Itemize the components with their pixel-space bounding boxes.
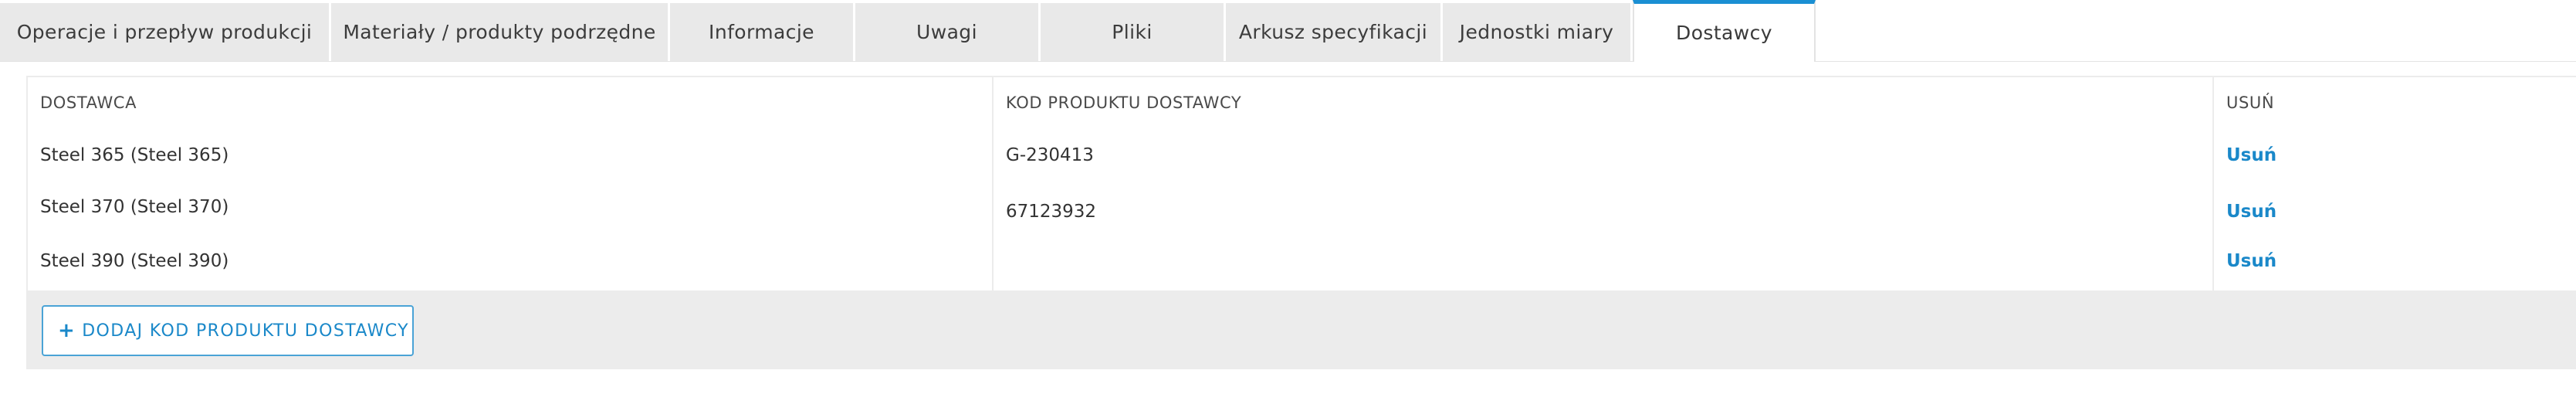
tab-materials[interactable]: Materiały / produkty podrzędne bbox=[331, 3, 668, 61]
remove-link[interactable]: Usuń bbox=[2226, 145, 2276, 165]
tab-files[interactable]: Pliki bbox=[1041, 3, 1224, 61]
table-row: Steel 365 (Steel 365) G-230413 Usuń bbox=[28, 128, 2576, 182]
remove-link[interactable]: Usuń bbox=[2226, 202, 2276, 222]
tab-notes[interactable]: Uwagi bbox=[855, 3, 1038, 61]
table-header-row: DOSTAWCA KOD PRODUKTU DOSTAWCY USUŃ bbox=[28, 77, 2576, 128]
remove-cell: Usuń bbox=[2214, 128, 2276, 182]
table-row: Steel 370 (Steel 370) 67123932 Usuń bbox=[28, 182, 2576, 232]
supplier-cell: Steel 365 (Steel 365) bbox=[40, 145, 229, 165]
table-footer: + DODAJ KOD PRODUKTU DOSTAWCY bbox=[28, 290, 2576, 369]
tab-information[interactable]: Informacje bbox=[670, 3, 853, 61]
plus-icon: + bbox=[58, 319, 76, 342]
suppliers-table: DOSTAWCA KOD PRODUKTU DOSTAWCY USUŃ Stee… bbox=[26, 76, 2576, 369]
table-row: Steel 390 (Steel 390) Usuń bbox=[28, 232, 2576, 290]
supplier-code-cell: G-230413 bbox=[1006, 145, 1094, 165]
tab-suppliers[interactable]: Dostawcy bbox=[1633, 0, 1816, 62]
tab-units[interactable]: Jednostki miary bbox=[1443, 3, 1630, 61]
header-supplier: DOSTAWCA bbox=[40, 93, 137, 112]
supplier-cell: Steel 370 (Steel 370) bbox=[40, 197, 229, 217]
tab-operations[interactable]: Operacje i przepływ produkcji bbox=[0, 3, 329, 61]
remove-link[interactable]: Usuń bbox=[2226, 251, 2276, 271]
remove-cell: Usuń bbox=[2214, 232, 2276, 290]
tab-bar: Operacje i przepływ produkcji Materiały … bbox=[0, 0, 2576, 62]
tab-spec-sheet[interactable]: Arkusz specyfikacji bbox=[1226, 3, 1440, 61]
header-remove: USUŃ bbox=[2226, 93, 2275, 112]
supplier-code-cell bbox=[994, 232, 1006, 290]
add-supplier-code-button[interactable]: + DODAJ KOD PRODUKTU DOSTAWCY bbox=[42, 305, 414, 356]
supplier-cell: Steel 390 (Steel 390) bbox=[40, 251, 229, 271]
supplier-code-cell: 67123932 bbox=[1006, 202, 1097, 222]
tab-bar-divider bbox=[0, 61, 2576, 62]
add-supplier-code-label: DODAJ KOD PRODUKTU DOSTAWCY bbox=[82, 321, 409, 341]
header-supplier-code: KOD PRODUKTU DOSTAWCY bbox=[1006, 93, 1242, 112]
remove-cell: Usuń bbox=[2214, 187, 2276, 236]
